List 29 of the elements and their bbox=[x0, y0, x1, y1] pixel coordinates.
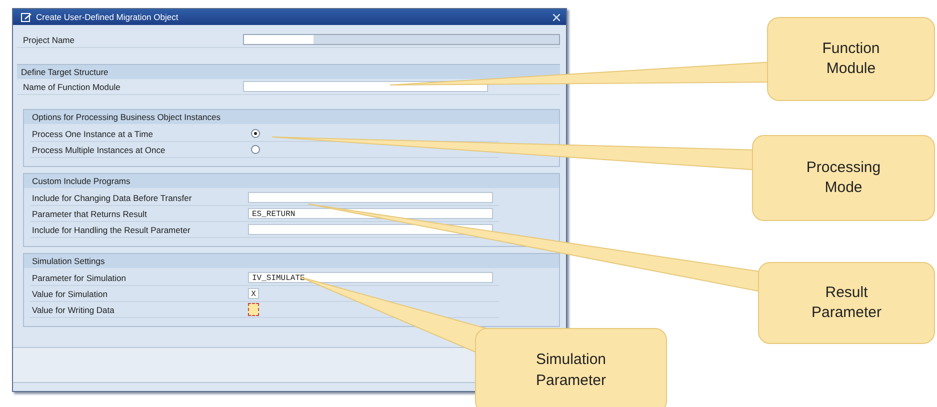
field-label: Process Multiple Instances at Once bbox=[31, 144, 166, 154]
callout-label: Function Module bbox=[767, 17, 935, 101]
callout-label: Processing Mode bbox=[752, 135, 935, 221]
input-field[interactable]: IV_SIMULATE bbox=[248, 272, 493, 283]
field-label: Parameter for Simulation bbox=[31, 272, 128, 282]
section-header: Options for Processing Business Object Instances bbox=[24, 110, 559, 124]
callout-label: Simulation Parameter bbox=[475, 328, 667, 407]
section-header: Custom Include Programs bbox=[24, 174, 559, 188]
field-label: Parameter that Returns Result bbox=[31, 208, 148, 218]
input-field[interactable] bbox=[248, 192, 493, 203]
field-label: Include for Handling the Result Parameter bbox=[31, 224, 192, 234]
close-icon[interactable] bbox=[553, 14, 560, 20]
project-name-field[interactable] bbox=[243, 34, 560, 45]
input-field[interactable]: ES_RETURN bbox=[248, 208, 493, 219]
field-label: Project Name bbox=[22, 34, 76, 44]
radio-button[interactable] bbox=[251, 129, 260, 138]
field-label: Value for Writing Data bbox=[31, 304, 116, 314]
field-label: Include for Changing Data Before Transfer bbox=[31, 192, 193, 202]
window-title: Create User-Defined Migration Object bbox=[36, 12, 180, 22]
checkbox-field[interactable] bbox=[248, 303, 259, 316]
field-label: Value for Simulation bbox=[31, 288, 108, 298]
dialog-icon bbox=[21, 12, 32, 22]
callout-label: Result Parameter bbox=[758, 262, 935, 344]
radio-button[interactable] bbox=[251, 145, 260, 154]
field-label: Name of Function Module bbox=[22, 82, 122, 92]
section-header: Define Target Structure bbox=[17, 64, 560, 79]
checkbox-field[interactable]: X bbox=[248, 288, 259, 299]
section-header: Simulation Settings bbox=[24, 254, 559, 268]
field-label: Process One Instance at a Time bbox=[31, 128, 154, 138]
